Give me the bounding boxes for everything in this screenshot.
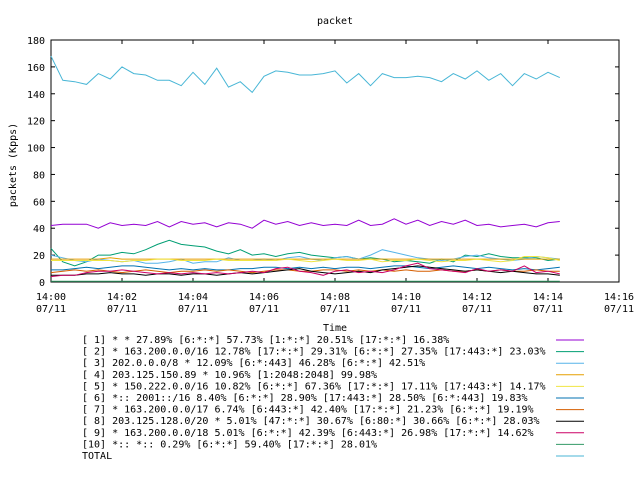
x-tick-label-date: 07/11 [249, 304, 279, 315]
chart: packet packets (Kpps) Time 0 20 40 60 80 100 1… [8, 16, 634, 462]
x-tick-label-time: 14:06 [249, 292, 279, 303]
y-tick-label: 100 [27, 144, 45, 155]
legend-entry-label: [ 5] * 150.222.0.0/16 10.82% [6:*:*] 67.… [82, 381, 546, 392]
y-axis-label: packets (Kpps) [8, 123, 19, 207]
x-tick-label-time: 14:10 [391, 292, 421, 303]
legend-entry-label: [ 3] 202.0.0.0/8 * 12.09% [6:*:443] 46.2… [82, 358, 425, 369]
legend-entry-label: [ 8] 203.125.128.0/20 * 5.01% [47:*:*] 3… [82, 416, 540, 427]
series-lines [50, 55, 561, 282]
legend: [ 1] * * 27.89% [6:*:*] 57.73% [1:*:*] 2… [82, 335, 584, 462]
legend-entry-label: [ 6] *:: 2001::/16 8.40% [6:*:*] 28.90% … [82, 393, 528, 404]
y-tick-label: 180 [27, 36, 45, 47]
x-tick-label-date: 07/11 [533, 304, 563, 315]
x-tick-label-time: 14:14 [533, 292, 563, 303]
series-line-1 [50, 218, 560, 229]
legend-entry-label: [ 7] * 163.200.0.0/17 6.74% [6:443:*] 42… [82, 405, 534, 416]
x-tick-label-time: 14:16 [604, 292, 634, 303]
legend-entry-label: TOTAL [82, 451, 112, 462]
legend-entry-label: [ 1] * * 27.89% [6:*:*] 57.73% [1:*:*] 2… [82, 335, 449, 346]
x-tick-label-date: 07/11 [36, 304, 66, 315]
y-tick-label: 120 [27, 117, 45, 128]
x-tick-label-time: 14:00 [36, 292, 66, 303]
x-tick-label-date: 07/11 [320, 304, 350, 315]
x-tick-label-time: 14:02 [107, 292, 137, 303]
y-tick-label: 20 [33, 251, 45, 262]
x-tick-label-date: 07/11 [107, 304, 137, 315]
x-tick-label-date: 07/11 [391, 304, 421, 315]
x-tick-label-date: 07/11 [604, 304, 634, 315]
legend-entry-label: [ 9] * 163.200.0.0/18 5.01% [6:*:*] 42.3… [82, 428, 534, 439]
legend-entry-label: [ 4] 203.125.150.89 * 10.96% [1:2048:204… [82, 370, 377, 381]
y-tick-label: 60 [33, 197, 45, 208]
y-tick-label: 160 [27, 63, 45, 74]
series-line-6 [51, 265, 560, 271]
x-tick-label-time: 14:04 [178, 292, 208, 303]
plot-area-frame [50, 39, 620, 283]
x-tick-label-date: 07/11 [462, 304, 492, 315]
y-tick-label: 0 [39, 278, 45, 289]
x-tick-label-time: 14:08 [320, 292, 350, 303]
legend-entry-label: [ 2] * 163.200.0.0/16 12.78% [17:*:*] 29… [82, 347, 546, 358]
x-tick-label-date: 07/11 [178, 304, 208, 315]
chart-title: packet [317, 16, 353, 27]
y-tick-label: 80 [33, 170, 45, 181]
series-line-11 [50, 55, 561, 94]
legend-entry-label: [10] *:: *:: 0.29% [6:*:*] 59.40% [17:*:… [82, 439, 377, 450]
y-tick-label: 140 [27, 90, 45, 101]
series-line-2 [50, 239, 560, 267]
x-axis-label: Time [323, 323, 347, 334]
y-tick-label: 40 [33, 224, 45, 235]
x-tick-label-time: 14:12 [462, 292, 492, 303]
